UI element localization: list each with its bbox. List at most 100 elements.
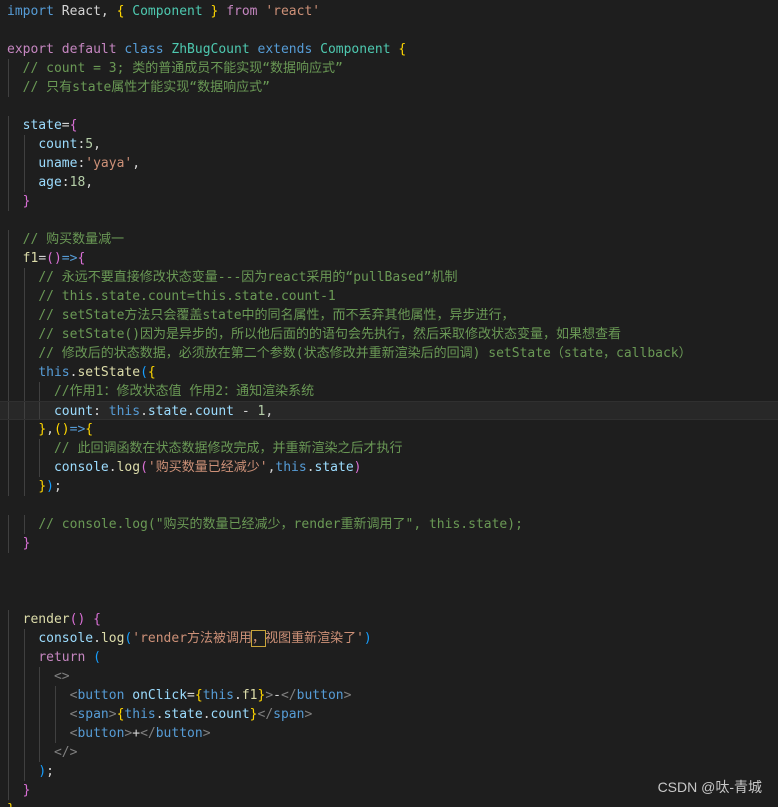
code-token: span xyxy=(77,707,109,722)
code-line[interactable] xyxy=(0,211,778,230)
code-line[interactable]: },()=>{ xyxy=(0,420,778,439)
code-line[interactable]: console.log('render方法被调用，视图重新渲染了') xyxy=(0,629,778,648)
code-line[interactable]: // 修改后的状态数据，必须放在第二个参数(状态修改并重新渲染后的回调) set… xyxy=(0,344,778,363)
code-token: => xyxy=(69,422,86,437)
code-token: button xyxy=(77,726,125,741)
code-line[interactable]: import React, { Component } from 'react' xyxy=(0,2,778,21)
code-token: ) xyxy=(38,764,47,779)
code-token: } xyxy=(22,536,31,551)
code-line[interactable]: // 永远不要直接修改状态变量---因为react采用的“pullBased”机… xyxy=(0,268,778,287)
code-line[interactable]: </> xyxy=(0,743,778,762)
code-line[interactable]: } xyxy=(0,800,778,807)
code-line[interactable]: <> xyxy=(0,667,778,686)
indent-guide xyxy=(8,249,9,268)
code-token: // 购买数量减一 xyxy=(22,232,125,247)
indent-guide xyxy=(8,686,9,705)
code-line[interactable] xyxy=(0,572,778,591)
indent-guide xyxy=(39,402,41,419)
indent-guide xyxy=(8,458,9,477)
code-token: count xyxy=(210,707,250,722)
indent-guide xyxy=(8,477,9,496)
code-line[interactable]: // 购买数量减一 xyxy=(0,230,778,249)
code-token: // count = 3; 类的普通成员不能实现“数据响应式” xyxy=(22,61,343,76)
code-token: . xyxy=(93,631,101,646)
code-token: state xyxy=(22,118,62,133)
indent-guide xyxy=(8,781,9,800)
indent-guide xyxy=(39,705,41,724)
code-line[interactable]: this.setState({ xyxy=(0,363,778,382)
code-line[interactable]: age:18, xyxy=(0,173,778,192)
code-line[interactable]: <button onClick={this.f1}>-</button> xyxy=(0,686,778,705)
code-token: . xyxy=(187,404,195,419)
code-line[interactable]: return ( xyxy=(0,648,778,667)
indent-guide xyxy=(8,705,9,724)
code-line[interactable]: // 只有state属性才能实现“数据响应式” xyxy=(0,78,778,97)
code-token: ( xyxy=(53,422,62,437)
indent-guide xyxy=(23,287,25,306)
code-token: ( xyxy=(46,251,54,266)
code-line[interactable]: export default class ZhBugCount extends … xyxy=(0,40,778,59)
code-area[interactable]: import React, { Component } from 'react'… xyxy=(0,2,778,807)
code-token: // 永远不要直接修改状态变量---因为react采用的“pullBased”机… xyxy=(38,270,458,285)
code-line[interactable]: //作用1：修改状态值 作用2：通知渲染系统 xyxy=(0,382,778,401)
code-line[interactable]: state={ xyxy=(0,116,778,135)
indent-guide xyxy=(8,382,9,401)
code-token: ) xyxy=(363,631,372,646)
code-line[interactable]: count: this.state.count - 1, xyxy=(0,401,778,420)
code-line[interactable]: } xyxy=(0,192,778,211)
code-line[interactable]: // 此回调函数在状态数据修改完成，并重新渲染之后才执行 xyxy=(0,439,778,458)
code-line[interactable]: f1=()=>{ xyxy=(0,249,778,268)
code-token: console xyxy=(38,631,94,646)
code-token: <> xyxy=(53,669,70,684)
code-line[interactable]: // this.state.count=this.state.count-1 xyxy=(0,287,778,306)
code-line[interactable] xyxy=(0,496,778,515)
code-line[interactable]: console.log('购买数量已经减少',this.state) xyxy=(0,458,778,477)
code-line[interactable]: render() { xyxy=(0,610,778,629)
code-line[interactable] xyxy=(0,21,778,40)
code-token: 'react' xyxy=(265,4,321,19)
code-token: { xyxy=(93,612,101,627)
indent-guide xyxy=(23,420,25,439)
code-token: } xyxy=(22,194,31,209)
code-line[interactable]: count:5, xyxy=(0,135,778,154)
code-editor[interactable]: import React, { Component } from 'react'… xyxy=(0,0,778,807)
indent-guide xyxy=(8,268,9,287)
indent-guide xyxy=(54,686,56,705)
code-token: } xyxy=(38,422,47,437)
code-token: . xyxy=(140,404,148,419)
code-token: f1 xyxy=(22,251,39,266)
indent-guide xyxy=(23,686,25,705)
code-token: : xyxy=(61,175,70,190)
code-token: ZhBugCount xyxy=(171,42,250,57)
code-token: button xyxy=(155,726,203,741)
indent-guide xyxy=(23,477,25,496)
code-token: 5 xyxy=(85,137,94,152)
code-token: state xyxy=(163,707,203,722)
code-token: this xyxy=(124,707,156,722)
code-line[interactable]: <span>{this.state.count}</span> xyxy=(0,705,778,724)
code-line[interactable]: // setState方法只会覆盖state中的同名属性，而不丢弃其他属性，异步… xyxy=(0,306,778,325)
code-token: render xyxy=(22,612,70,627)
indent-guide xyxy=(8,439,9,458)
code-line[interactable]: // setState()因为是异步的，所以他后面的的语句会先执行，然后采取修改… xyxy=(0,325,778,344)
code-line[interactable] xyxy=(0,591,778,610)
code-line[interactable]: }); xyxy=(0,477,778,496)
indent-guide xyxy=(23,154,25,173)
code-line[interactable] xyxy=(0,553,778,572)
code-line[interactable] xyxy=(0,97,778,116)
code-line[interactable]: } xyxy=(0,534,778,553)
code-line[interactable]: <button>+</button> xyxy=(0,724,778,743)
code-line[interactable]: // count = 3; 类的普通成员不能实现“数据响应式” xyxy=(0,59,778,78)
code-token: Component xyxy=(132,4,203,19)
indent-guide xyxy=(8,420,9,439)
code-line[interactable]: uname:'yaya', xyxy=(0,154,778,173)
indent-guide xyxy=(39,439,41,458)
code-line[interactable]: // console.log("购买的数量已经减少，render重新调用了", … xyxy=(0,515,778,534)
